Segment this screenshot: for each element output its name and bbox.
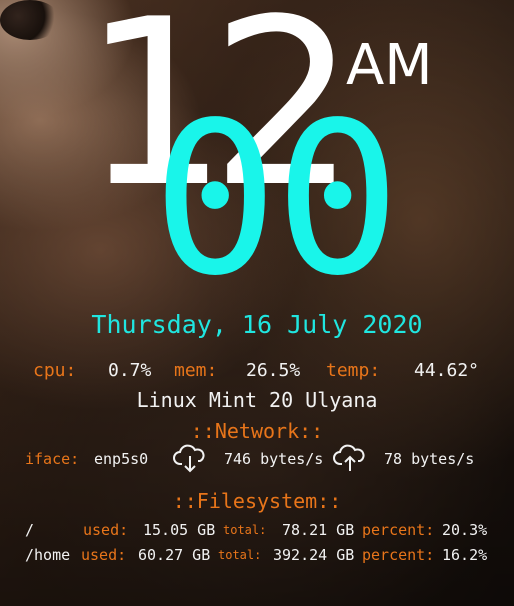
filesystem-title-prefix: ::	[172, 489, 197, 513]
network-title-suffix: ::	[299, 419, 324, 443]
network-down-rate: 746 bytes/s	[224, 450, 324, 468]
fs-total-label: total:	[218, 548, 262, 562]
network-title-prefix: ::	[190, 419, 215, 443]
cpu-value: 0.7%	[108, 360, 152, 381]
cpu-label: cpu:	[33, 360, 77, 381]
network-up-rate: 78 bytes/s	[384, 450, 475, 468]
fs-total-value: 392.24 GB	[273, 546, 355, 564]
filesystem-title: Filesystem	[196, 489, 318, 513]
os-name: Linux Mint 20 Ulyana	[136, 388, 378, 412]
iface-value: enp5s0	[94, 450, 149, 468]
fs-used-label: used:	[81, 546, 127, 564]
mem-label: mem:	[174, 360, 218, 381]
mem-value: 26.5%	[246, 360, 301, 381]
fs-total-value: 78.21 GB	[282, 521, 355, 539]
fs-percent-label: percent:	[362, 521, 435, 539]
fs-percent-label: percent:	[362, 546, 435, 564]
cloud-upload-icon	[333, 444, 365, 471]
cloud-download-icon	[173, 444, 205, 473]
clock-minute: 00	[152, 77, 401, 322]
fs-used-label: used:	[83, 521, 129, 539]
network-section-title: ::Network::	[0, 419, 514, 443]
temp-label: temp:	[326, 360, 381, 381]
fs-total-label: total:	[223, 523, 267, 537]
network-title: Network	[214, 419, 300, 443]
temp-value: 44.62°	[414, 360, 480, 381]
date-text: Thursday, 16 July 2020	[91, 310, 423, 339]
iface-label: iface:	[25, 450, 80, 468]
fs-mount: /	[25, 521, 35, 539]
fs-percent-value: 20.3%	[442, 521, 488, 539]
filesystem-section-title: ::Filesystem::	[0, 489, 514, 513]
fs-percent-value: 16.2%	[442, 546, 488, 564]
fs-used-value: 60.27 GB	[138, 546, 211, 564]
fs-mount: /home	[25, 546, 71, 564]
fs-used-value: 15.05 GB	[143, 521, 216, 539]
filesystem-title-suffix: ::	[317, 489, 342, 513]
